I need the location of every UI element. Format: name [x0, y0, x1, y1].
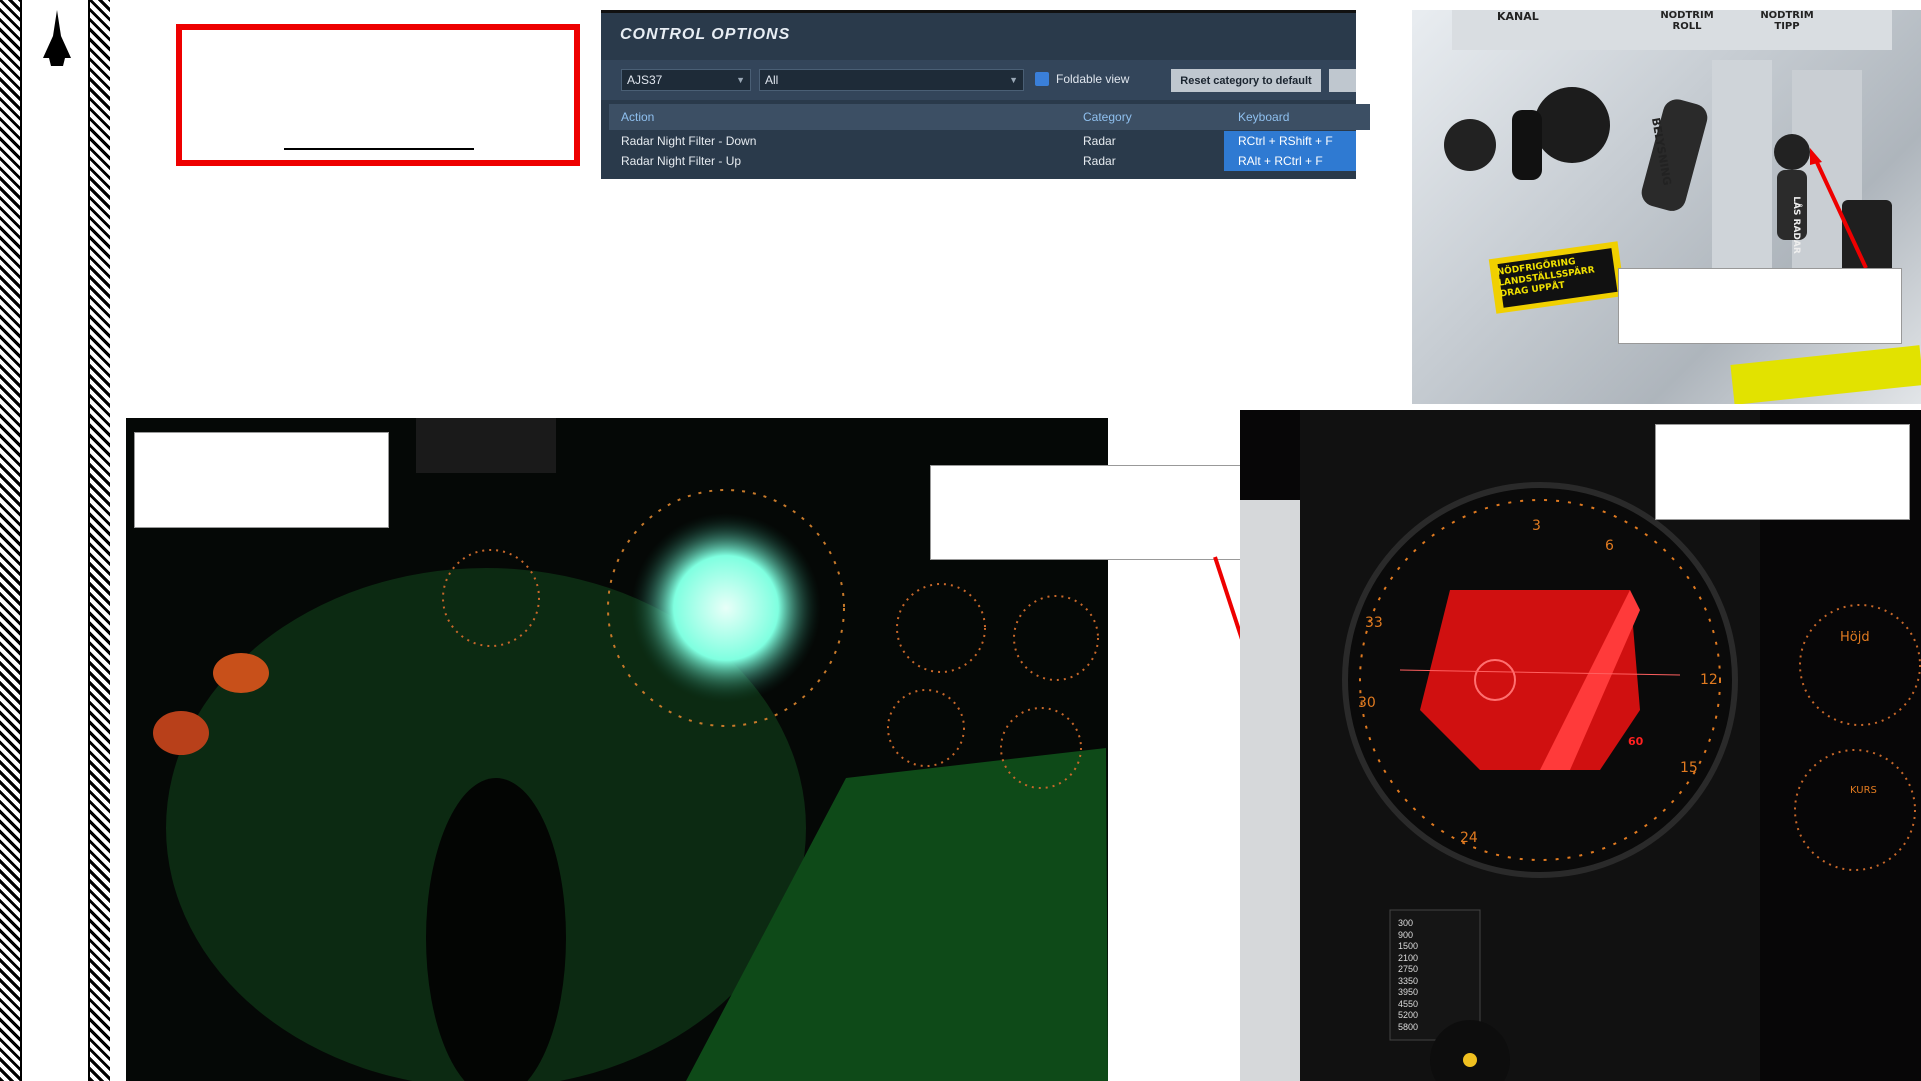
toolbar-extra-button[interactable]	[1329, 69, 1356, 92]
altitude-table-cell: 1500	[1398, 941, 1419, 951]
title-underline	[284, 148, 474, 150]
altitude-table-cell: 3950	[1398, 987, 1419, 997]
altitude-table-cell: 3350	[1398, 975, 1419, 986]
column-header-category[interactable]: Category	[1071, 104, 1233, 130]
left-rail-pattern-inner	[90, 0, 110, 1081]
aircraft-select[interactable]: AJS37 ▼	[621, 69, 751, 91]
table-row-action[interactable]: Radar Night Filter - Down	[609, 131, 1081, 151]
label-kanal: KANAL	[1497, 10, 1539, 23]
column-header-keyboard[interactable]: Keyboard	[1224, 104, 1370, 130]
chevron-down-icon: ▼	[1009, 75, 1018, 85]
label-las-radar: LÅS RADAR	[1790, 196, 1801, 254]
category-select[interactable]: All ▼	[759, 69, 1024, 91]
left-rail-gap	[20, 0, 90, 1081]
aircraft-silhouette-icon	[43, 10, 71, 66]
foldable-view-label: Foldable view	[1056, 72, 1130, 86]
category-select-value: All	[765, 73, 779, 87]
aircraft-select-value: AJS37	[627, 73, 663, 87]
range-marker: 60	[1628, 735, 1644, 748]
table-row-category[interactable]: Radar	[1071, 131, 1233, 151]
altitude-table-cell: 4550	[1398, 998, 1419, 1009]
scale-label: 30	[1358, 695, 1376, 711]
table-row-keyboard[interactable]: RAlt + RCtrl + F	[1224, 151, 1356, 171]
foldable-view-checkbox[interactable]	[1035, 72, 1049, 86]
altitude-table-cell: 900	[1398, 929, 1414, 940]
annotation-placeholder-box	[1618, 268, 1902, 344]
scale-label: 6	[1605, 538, 1614, 554]
left-rail-pattern	[0, 0, 20, 1081]
switch-panel-photo: KANAL NÖDTRIM ROLL NÖDTRIM TIPP BELYSNIN…	[1412, 10, 1921, 404]
scale-label: 3	[1532, 518, 1541, 534]
chevron-down-icon: ▼	[736, 75, 745, 85]
scale-label: 15	[1680, 760, 1698, 776]
altitude-table-cell: 2750	[1398, 964, 1419, 974]
table-row-category[interactable]: Radar	[1071, 151, 1233, 171]
altitude-table: 300 900 1500 2100 2750 3350 3950 4550 52…	[1398, 918, 1474, 1033]
annotation-placeholder-box	[134, 432, 389, 528]
reset-category-button[interactable]: Reset category to default	[1171, 69, 1321, 92]
scale-label: 24	[1460, 830, 1478, 846]
scale-label: 33	[1365, 615, 1383, 631]
annotation-placeholder-box	[1655, 424, 1910, 520]
column-header-action[interactable]: Action	[609, 104, 1081, 130]
gauge-label-hojd: Höjd	[1840, 630, 1870, 645]
altitude-table-cell: 5800	[1398, 1021, 1419, 1032]
title-placeholder-box	[176, 24, 580, 166]
radar-scope-red-photo: 3 6 12 15 24 30 33 60 Höjd KURS 300 900 …	[1240, 410, 1921, 1081]
label-nodtrim-roll: NÖDTRIM ROLL	[1660, 10, 1714, 32]
altitude-table-cell: 300	[1398, 918, 1414, 928]
altitude-table-cell: 2100	[1398, 952, 1419, 963]
table-row-action[interactable]: Radar Night Filter - Up	[609, 151, 1081, 171]
altitude-table-cell: 5200	[1398, 1010, 1419, 1020]
scale-label: 12	[1700, 672, 1718, 688]
label-nodtrim-tipp: NÖDTRIM TIPP	[1760, 10, 1814, 32]
control-options-title: CONTROL OPTIONS	[620, 26, 791, 43]
gauge-label-kurs: KURS	[1850, 785, 1877, 796]
table-row-keyboard[interactable]: RCtrl + RShift + F	[1224, 131, 1356, 151]
